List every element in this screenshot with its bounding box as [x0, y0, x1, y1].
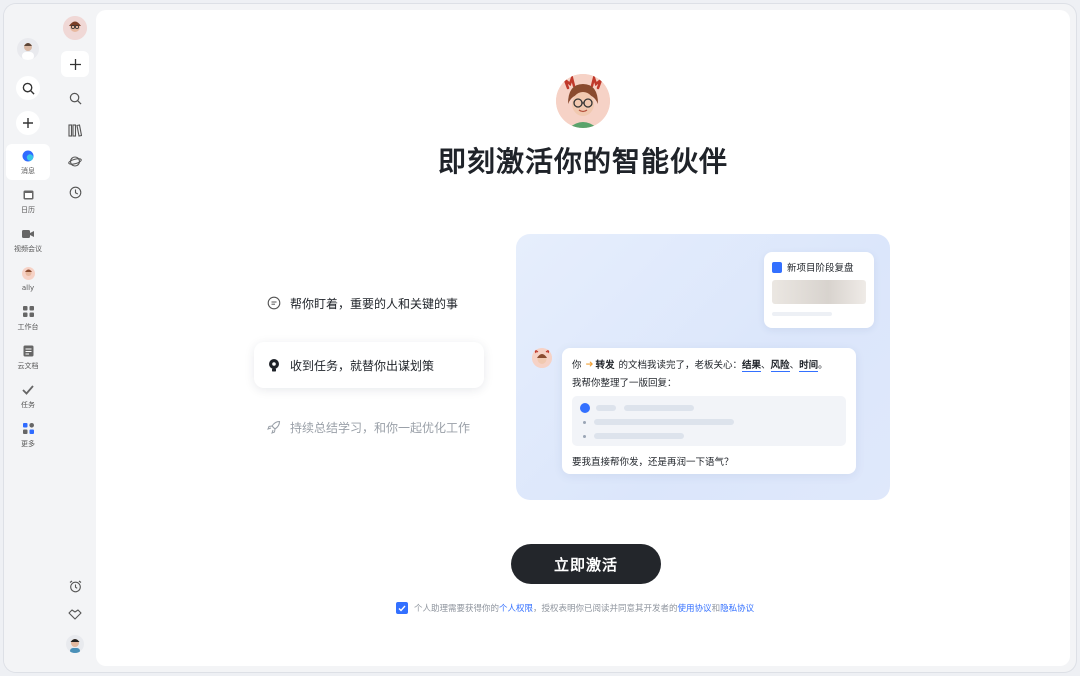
feature-preview: 新项目阶段复盘 你 ➜ 转发 的文档我读完了，老板关心： 结果 、 风险 、 时… — [516, 234, 890, 500]
nav-item-tasks[interactable]: 任务 — [6, 378, 50, 414]
plus-icon — [23, 118, 33, 128]
nav-item-messages[interactable]: 消息 — [6, 144, 50, 180]
feature-item-learning[interactable]: 持续总结学习，和你一起优化工作 — [254, 404, 484, 450]
nav-item-calendar[interactable]: 日历 — [6, 183, 50, 219]
message-icon — [21, 149, 35, 163]
create-button[interactable] — [16, 111, 40, 135]
handshake-button[interactable] — [67, 606, 83, 622]
library-button[interactable] — [67, 122, 83, 138]
doc-card: 新项目阶段复盘 — [764, 252, 874, 328]
library-icon — [68, 123, 82, 137]
feature-list: 帮你盯着，重要的人和关键的事 收到任务，就替你出谋划策 持续总结学习，和你一起优… — [254, 280, 484, 466]
nav-item-more[interactable]: 更多 — [6, 417, 50, 453]
nav-item-video[interactable]: 视频会议 — [6, 222, 50, 258]
consent-checkbox[interactable] — [396, 602, 408, 614]
workbench-icon — [21, 305, 35, 319]
assistant-avatar[interactable] — [63, 16, 87, 40]
search-button[interactable] — [16, 76, 40, 100]
main-panel: 即刻激活你的智能伙伴 帮你盯着，重要的人和关键的事 收到任务，就替你出谋划策 持… — [96, 10, 1070, 666]
assistant-sidebar — [54, 4, 96, 672]
reminder-button[interactable] — [67, 578, 83, 594]
assistant-message: 你 ➜ 转发 的文档我读完了，老板关心： 结果 、 风险 、 时间 。 我帮你整… — [562, 348, 856, 474]
search-icon — [22, 82, 35, 95]
terms-of-use-link[interactable]: 使用协议 — [678, 602, 712, 614]
ally-avatar-icon — [21, 267, 35, 281]
rocket-icon — [266, 419, 282, 435]
planet-icon — [68, 155, 82, 167]
explore-button[interactable] — [67, 153, 83, 169]
alarm-clock-icon — [69, 580, 81, 592]
primary-sidebar: 消息 日历 视频会议 ally 工作台 云文档 任务 更多 — [4, 4, 52, 672]
nav-item-cloud-docs[interactable]: 云文档 — [6, 339, 50, 375]
personal-permission-link[interactable]: 个人权限 — [499, 602, 533, 614]
handshake-icon — [68, 609, 82, 620]
cloud-doc-icon — [21, 344, 35, 358]
user-dot-icon — [580, 403, 590, 413]
assistant-chat-avatar — [532, 348, 552, 368]
new-chat-button[interactable] — [61, 51, 89, 77]
reply-draft-placeholder — [572, 396, 846, 446]
feature-item-tasks[interactable]: 收到任务，就替你出谋划策 — [254, 342, 484, 388]
privacy-policy-link[interactable]: 隐私协议 — [720, 602, 754, 614]
nav-item-ally[interactable]: ally — [6, 261, 50, 297]
plus-icon — [69, 58, 81, 70]
doc-icon — [772, 261, 782, 273]
more-icon — [21, 422, 35, 436]
page-title: 即刻激活你的智能伙伴 — [437, 145, 728, 178]
lightbulb-icon — [266, 357, 282, 373]
task-icon — [21, 383, 35, 397]
doc-thumbnail — [772, 280, 866, 304]
feature-item-monitor[interactable]: 帮你盯着，重要的人和关键的事 — [254, 280, 484, 326]
history-button[interactable] — [67, 184, 83, 200]
user-avatar[interactable] — [17, 38, 39, 60]
video-icon — [21, 227, 35, 241]
calendar-icon — [21, 188, 35, 202]
search-icon — [69, 92, 81, 104]
nav-item-workbench[interactable]: 工作台 — [6, 300, 50, 336]
chat-bubble-icon — [266, 295, 282, 311]
search-button[interactable] — [67, 90, 83, 106]
forward-arrow-icon: ➜ — [585, 358, 594, 370]
check-icon — [398, 605, 406, 612]
app-window: 消息 日历 视频会议 ally 工作台 云文档 任务 更多 即刻激活你的智能伙伴… — [4, 4, 1076, 672]
primary-nav: 消息 日历 视频会议 ally 工作台 云文档 任务 更多 — [4, 144, 52, 456]
assistant-hero-avatar — [556, 74, 610, 128]
profile-avatar[interactable] — [66, 635, 84, 653]
history-icon — [69, 186, 81, 198]
activate-button[interactable]: 立即激活 — [511, 544, 661, 584]
doc-placeholder-line — [772, 312, 832, 316]
consent-row: 个人助理需要获得你的 个人权限 ，授权表明你已阅读并同意其开发者的 使用协议 和… — [396, 602, 754, 614]
